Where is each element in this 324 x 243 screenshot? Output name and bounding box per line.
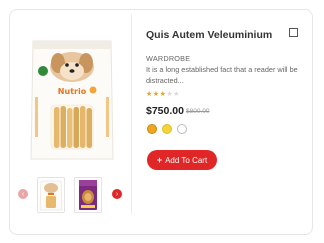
checkbox-square-icon[interactable] [289, 28, 298, 37]
chevron-right-icon: › [115, 190, 119, 198]
add-to-cart-label: Add To Cart [165, 155, 208, 165]
gallery-next-button[interactable]: › [112, 189, 122, 199]
add-to-cart-button[interactable]: + Add To Cart [147, 150, 217, 170]
gallery-thumbnail[interactable] [37, 177, 65, 213]
product-category: WARDROBE [146, 54, 191, 63]
color-swatch-orange[interactable] [147, 124, 157, 134]
rating-stars: ★★★★★ [146, 91, 180, 98]
star-empty-icon: ★ [173, 91, 180, 98]
gallery-thumbnail[interactable] [74, 177, 102, 213]
product-main-image: Nutrio [27, 37, 117, 163]
plus-icon: + [156, 154, 163, 165]
product-title: Quis Autem Veleuminium [146, 29, 273, 41]
product-description: It is a long established fact that a rea… [146, 65, 298, 85]
current-price: $750.00 [146, 105, 184, 117]
star-filled-icon: ★ [152, 91, 160, 98]
gallery-prev-button[interactable]: ‹ [18, 189, 28, 199]
old-price: $800.00 [186, 108, 210, 115]
panel-divider [131, 14, 132, 214]
chevron-left-icon: ‹ [21, 190, 25, 198]
color-swatch-yellow[interactable] [162, 124, 172, 134]
star-filled-icon: ★ [146, 91, 153, 98]
color-swatch-white[interactable] [177, 124, 187, 134]
package-brand-text: Nutrio [58, 87, 87, 96]
